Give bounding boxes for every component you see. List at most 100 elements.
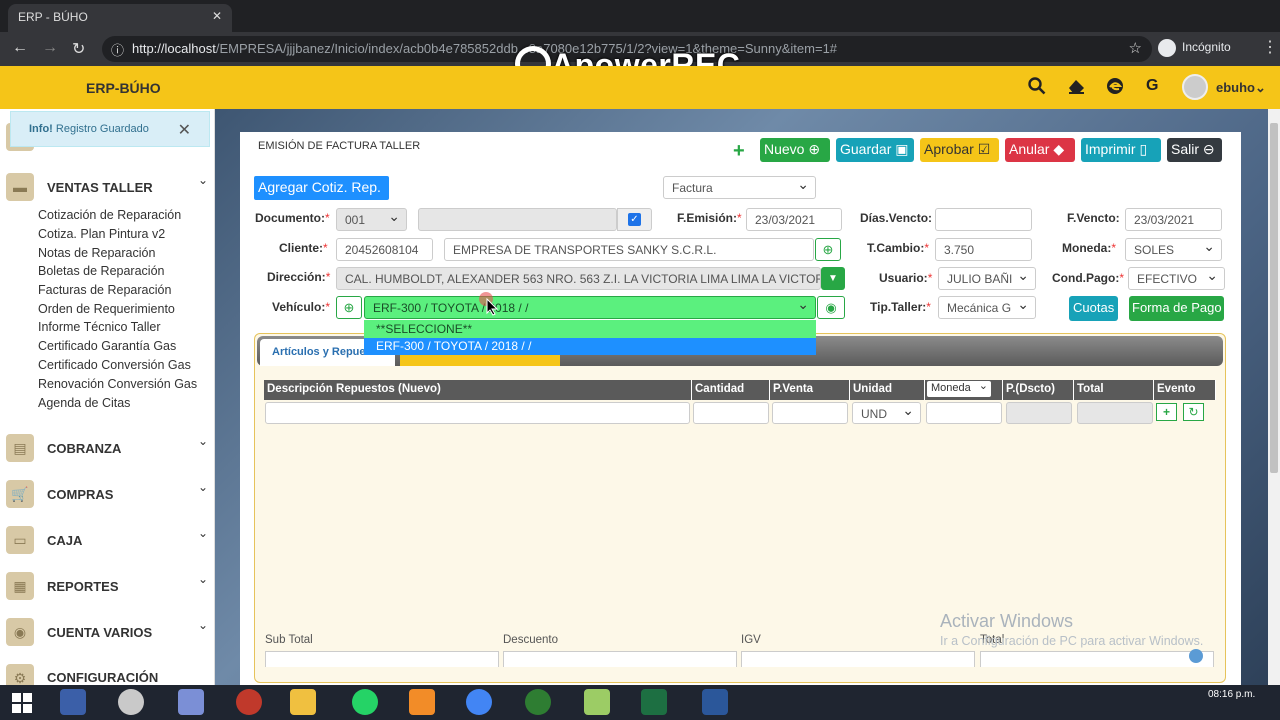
close-icon[interactable]: ✕ (178, 120, 191, 140)
guardar-button[interactable]: Guardar ▣ (836, 138, 914, 162)
dias-input[interactable] (935, 208, 1032, 231)
sidebar-item-agenda[interactable]: Agenda de Citas (38, 396, 130, 410)
search-icon[interactable] (1028, 77, 1046, 100)
direccion-dropdown-icon[interactable]: ▼ (821, 267, 845, 290)
auto-number-checkbox[interactable]: ✓ (617, 208, 652, 231)
numero-input[interactable] (418, 208, 617, 231)
sidebar-item-informe[interactable]: Informe Técnico Taller (38, 320, 161, 334)
reload-icon[interactable]: ↻ (72, 39, 85, 59)
serie-select[interactable]: 001 (336, 208, 407, 231)
scrollbar-thumb[interactable] (1270, 123, 1278, 473)
direccion-label: Dirección:* (267, 270, 331, 284)
scrollbar[interactable] (1268, 109, 1280, 685)
refresh-icon[interactable]: ↻ (1183, 403, 1204, 421)
moneda-label: Moneda:* (1062, 241, 1117, 255)
salir-button[interactable]: Salir ⊖ (1167, 138, 1222, 162)
cuotas-button[interactable]: Cuotas (1069, 296, 1118, 321)
google-icon[interactable]: G (1146, 77, 1158, 95)
username-label: ebuho⌄ (1216, 80, 1266, 95)
total-input (980, 651, 1214, 667)
sidebar-item-plan-pintura[interactable]: Cotiza. Plan Pintura v2 (38, 227, 165, 241)
moneda-select[interactable]: SOLES (1125, 238, 1222, 261)
incognito-indicator[interactable]: Incógnito (1158, 39, 1231, 57)
chevron-down-icon: ⌄ (1255, 80, 1266, 95)
sidebar-item-renovacion[interactable]: Renovación Conversión Gas (38, 377, 197, 391)
heidisql-icon[interactable] (525, 689, 551, 715)
forma-pago-button[interactable]: Forma de Pago (1129, 296, 1224, 321)
sidebar-item-notas[interactable]: Notas de Reparación (38, 246, 155, 260)
tiptaller-select[interactable]: Mecánica G (938, 296, 1036, 319)
imprimir-button[interactable]: Imprimir ▯ (1081, 138, 1161, 162)
tcambio-input[interactable]: 3.750 (935, 238, 1032, 261)
file-icon: ▯ (1139, 141, 1148, 157)
sidebar-item-conversion[interactable]: Certificado Conversión Gas (38, 358, 191, 372)
info-icon[interactable]: ⓘ (111, 40, 124, 59)
pventa-input[interactable] (772, 402, 848, 424)
browser-menu-icon[interactable]: ⋮ (1262, 37, 1278, 57)
activate-windows-title: Activar Windows (940, 611, 1074, 631)
condpago-select[interactable]: EFECTIVO (1128, 267, 1225, 290)
cantidad-input[interactable] (693, 402, 769, 424)
sublime-icon[interactable] (409, 689, 435, 715)
app-header: ERP-BÚHO G ebuho⌄ (0, 66, 1280, 109)
fvencto-input[interactable]: 23/03/2021 (1125, 208, 1222, 231)
tcambio-label: T.Cambio:* (867, 241, 930, 255)
add-row-icon[interactable]: + (1156, 403, 1177, 421)
nuevo-button[interactable]: Nuevo ⊕ (760, 138, 830, 162)
taskbar-app-icon[interactable] (584, 689, 610, 715)
sidebar-item-orden[interactable]: Orden de Requerimiento (38, 302, 175, 316)
section-title: COMPRAS (47, 487, 114, 502)
taskbar-app-icon[interactable] (178, 689, 204, 715)
moneda-row-input[interactable] (926, 402, 1002, 424)
car-icon: ▬ (6, 173, 34, 201)
eye-icon[interactable]: ◉ (817, 296, 845, 319)
recorder-taskbar-icon[interactable] (236, 689, 262, 715)
aprobar-button[interactable]: Aprobar ☑ (920, 138, 999, 162)
dropdown-option[interactable]: **SELECCIONE** (364, 320, 816, 338)
razon-social-input[interactable]: EMPRESA DE TRANSPORTES SANKY S.C.R.L. (444, 238, 814, 261)
agregar-cotizacion-button[interactable]: Agregar Cotiz. Rep. (254, 176, 389, 200)
whatsapp-icon[interactable] (352, 689, 378, 715)
igv-label: IGV (741, 634, 761, 646)
back-icon[interactable]: ← (12, 39, 28, 57)
ruc-input[interactable]: 20452608104 (336, 238, 433, 261)
forward-icon[interactable]: → (42, 39, 58, 57)
incognito-label: Incógnito (1182, 40, 1231, 55)
eraser-icon: ◆ (1053, 141, 1065, 157)
eraser-icon[interactable] (1067, 77, 1086, 100)
unidad-select[interactable]: UND (852, 402, 921, 424)
sidebar-item-cotizacion[interactable]: Cotización de Reparación (38, 208, 181, 222)
close-tab-icon[interactable]: ✕ (212, 9, 222, 23)
page-title: EMISIÓN DE FACTURA TALLER (258, 140, 421, 152)
sidebar-item-boletas[interactable]: Boletas de Reparación (38, 264, 164, 278)
documento-label: Documento:* (255, 211, 330, 225)
chrome-icon[interactable] (466, 689, 492, 715)
document-type-select[interactable]: Factura (663, 176, 816, 199)
usuario-select[interactable]: JULIO BAÑI (938, 267, 1036, 290)
taskbar-app-icon[interactable] (60, 689, 86, 715)
add-icon[interactable]: + (733, 140, 745, 163)
taskbar-clock[interactable]: 08:16 p.m. (1208, 689, 1255, 700)
femision-input[interactable]: 23/03/2021 (746, 208, 842, 231)
add-client-icon[interactable]: ⊕ (815, 238, 841, 261)
bookmark-star-icon[interactable]: ☆ (1129, 39, 1142, 57)
sidebar-item-garantia[interactable]: Certificado Garantía Gas (38, 339, 176, 353)
browser-tab[interactable]: ERP - BÚHO ✕ (8, 4, 232, 32)
col-total: Total (1074, 380, 1154, 400)
edge-browser-icon[interactable] (1106, 77, 1124, 100)
moneda-col-select[interactable]: Moneda ⌄ (927, 380, 991, 397)
descripcion-input[interactable] (265, 402, 690, 424)
direccion-input[interactable]: CAL. HUMBOLDT, ALEXANDER 563 NRO. 563 Z.… (336, 267, 821, 290)
sidebar-item-facturas[interactable]: Facturas de Reparación (38, 283, 171, 297)
anular-button[interactable]: Anular ◆ (1005, 138, 1075, 162)
word-icon[interactable] (702, 689, 728, 715)
excel-icon[interactable] (641, 689, 667, 715)
file-explorer-icon[interactable] (290, 689, 316, 715)
add-vehicle-icon[interactable]: ⊕ (336, 296, 362, 319)
taskbar-app-icon[interactable] (118, 689, 144, 715)
vehiculo-select[interactable]: ERF-300 / TOYOTA / 2018 / / (364, 296, 816, 319)
section-title: CUENTA VARIOS (47, 625, 153, 640)
app-brand[interactable]: ERP-BÚHO (86, 80, 161, 96)
windows-start-icon[interactable] (12, 693, 32, 716)
dropdown-option-selected[interactable]: ERF-300 / TOYOTA / 2018 / / (364, 338, 816, 355)
